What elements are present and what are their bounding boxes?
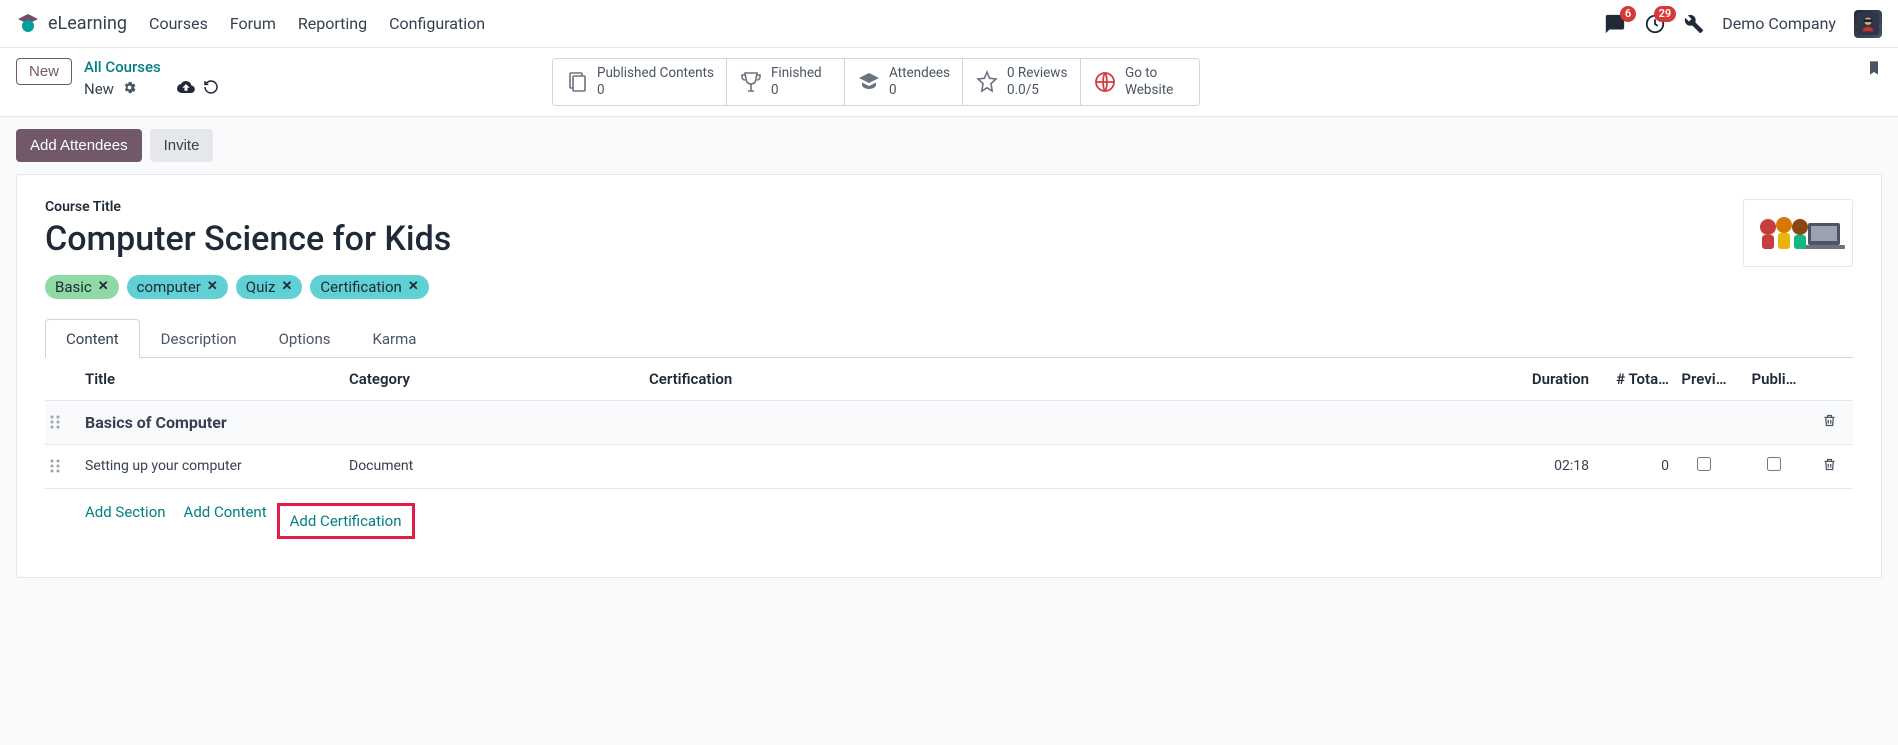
discard-icon[interactable] [203,79,219,99]
section-row: Basics of Computer [45,400,1853,444]
course-image[interactable] [1743,199,1853,267]
header-certification[interactable]: Certification [649,370,1499,388]
bookmark-icon[interactable] [1866,58,1882,82]
tab-karma[interactable]: Karma [351,319,437,358]
stat-buttons: Published Contents 0 Finished 0 Attendee… [552,58,1200,106]
messaging-badge: 6 [1620,6,1636,22]
tag-basic[interactable]: Basic✕ [45,275,119,299]
tab-description[interactable]: Description [140,319,258,358]
activity-badge: 29 [1654,6,1677,22]
add-row: Add Section Add Content Add Certificatio… [45,488,1853,553]
header-total[interactable]: # Tota… [1589,370,1669,388]
header-delete [1809,370,1849,388]
course-title[interactable]: Computer Science for Kids [45,219,1853,259]
stat-finished-label: Finished [771,65,822,82]
breadcrumb-all-courses[interactable]: All Courses [84,58,219,76]
breadcrumb-current-label: New [84,80,114,98]
header-duration[interactable]: Duration [1499,370,1589,388]
navbar-right: 6 29 Demo Company [1604,10,1882,38]
stat-reviews-value: 0.0/5 [1007,82,1067,99]
tag-close-icon[interactable]: ✕ [207,279,218,294]
tab-content[interactable]: Content [45,319,140,358]
stat-website[interactable]: Go to Website [1081,59,1199,105]
drag-handle-icon[interactable] [49,414,69,430]
header-published[interactable]: Publi… [1739,370,1809,388]
stat-published-value: 0 [597,82,714,99]
row-published-checkbox [1739,457,1809,475]
stat-reviews-label: 0 Reviews [1007,65,1067,82]
tag-certification[interactable]: Certification✕ [310,275,428,299]
company-name[interactable]: Demo Company [1722,14,1836,33]
tag-computer[interactable]: computer✕ [127,275,228,299]
content-row: Setting up your computer Document 02:18 … [45,444,1853,488]
stat-reviews[interactable]: 0 Reviews 0.0/5 [963,59,1081,105]
title-label: Course Title [45,199,1853,215]
preview-checkbox[interactable] [1697,457,1711,471]
add-content-link[interactable]: Add Content [184,503,267,539]
stat-website-value: Website [1125,82,1173,99]
header-title[interactable]: Title [49,370,349,388]
nav-configuration[interactable]: Configuration [389,14,485,33]
section-title[interactable]: Basics of Computer [85,413,1809,432]
nav-reporting[interactable]: Reporting [298,14,367,33]
row-category[interactable]: Document [349,458,649,474]
stat-published-label: Published Contents [597,65,714,82]
control-panel: New All Courses New Published Contents [0,48,1898,117]
stat-attendees-value: 0 [889,82,950,99]
row-title[interactable]: Setting up your computer [85,458,349,474]
add-section-link[interactable]: Add Section [85,503,166,539]
trash-icon[interactable] [1822,416,1837,432]
top-navbar: eLearning Courses Forum Reporting Config… [0,0,1898,48]
tag-quiz[interactable]: Quiz✕ [236,275,303,299]
debug-icon[interactable] [1684,14,1704,34]
stat-attendees-label: Attendees [889,65,950,82]
stat-finished[interactable]: Finished 0 [727,59,845,105]
breadcrumb: All Courses New [84,58,219,100]
tabs: Content Description Options Karma [45,319,1853,358]
gear-icon[interactable] [122,80,137,99]
row-preview-checkbox [1669,457,1739,475]
trash-icon[interactable] [1822,460,1837,476]
invite-button[interactable]: Invite [150,129,214,162]
header-category[interactable]: Category [349,370,649,388]
elearning-icon [16,12,40,36]
tag-close-icon[interactable]: ✕ [408,279,419,294]
stat-finished-value: 0 [771,82,822,99]
content-table: Title Category Certification Duration # … [45,358,1853,553]
tags: Basic✕ computer✕ Quiz✕ Certification✕ [45,275,1853,299]
nav-forum[interactable]: Forum [230,14,276,33]
user-avatar[interactable] [1854,10,1882,38]
stat-attendees[interactable]: Attendees 0 [845,59,963,105]
tag-close-icon[interactable]: ✕ [98,279,109,294]
published-checkbox[interactable] [1767,457,1781,471]
add-attendees-button[interactable]: Add Attendees [16,129,142,162]
tag-close-icon[interactable]: ✕ [281,279,292,294]
activity-icon[interactable]: 29 [1644,13,1666,35]
brand[interactable]: eLearning [16,12,127,36]
cloud-upload-icon[interactable] [177,78,195,100]
tab-options[interactable]: Options [258,319,352,358]
form-sheet: Course Title Computer Science for Kids B… [16,174,1882,578]
drag-handle-icon[interactable] [49,458,69,474]
table-header: Title Category Certification Duration # … [45,358,1853,400]
stat-website-label: Go to [1125,65,1173,82]
breadcrumb-current: New [84,78,219,100]
messaging-icon[interactable]: 6 [1604,13,1626,35]
stat-published[interactable]: Published Contents 0 [553,59,727,105]
control-panel-left: New All Courses New [16,58,219,100]
row-duration[interactable]: 02:18 [1499,458,1589,474]
action-bar: Add Attendees Invite [0,117,1898,174]
navbar-left: eLearning Courses Forum Reporting Config… [16,12,485,36]
row-total[interactable]: 0 [1589,458,1669,474]
new-button[interactable]: New [16,58,72,85]
add-certification-link[interactable]: Add Certification [277,503,415,539]
brand-label: eLearning [48,13,127,34]
nav-courses[interactable]: Courses [149,14,208,33]
header-preview[interactable]: Previ… [1669,370,1739,388]
